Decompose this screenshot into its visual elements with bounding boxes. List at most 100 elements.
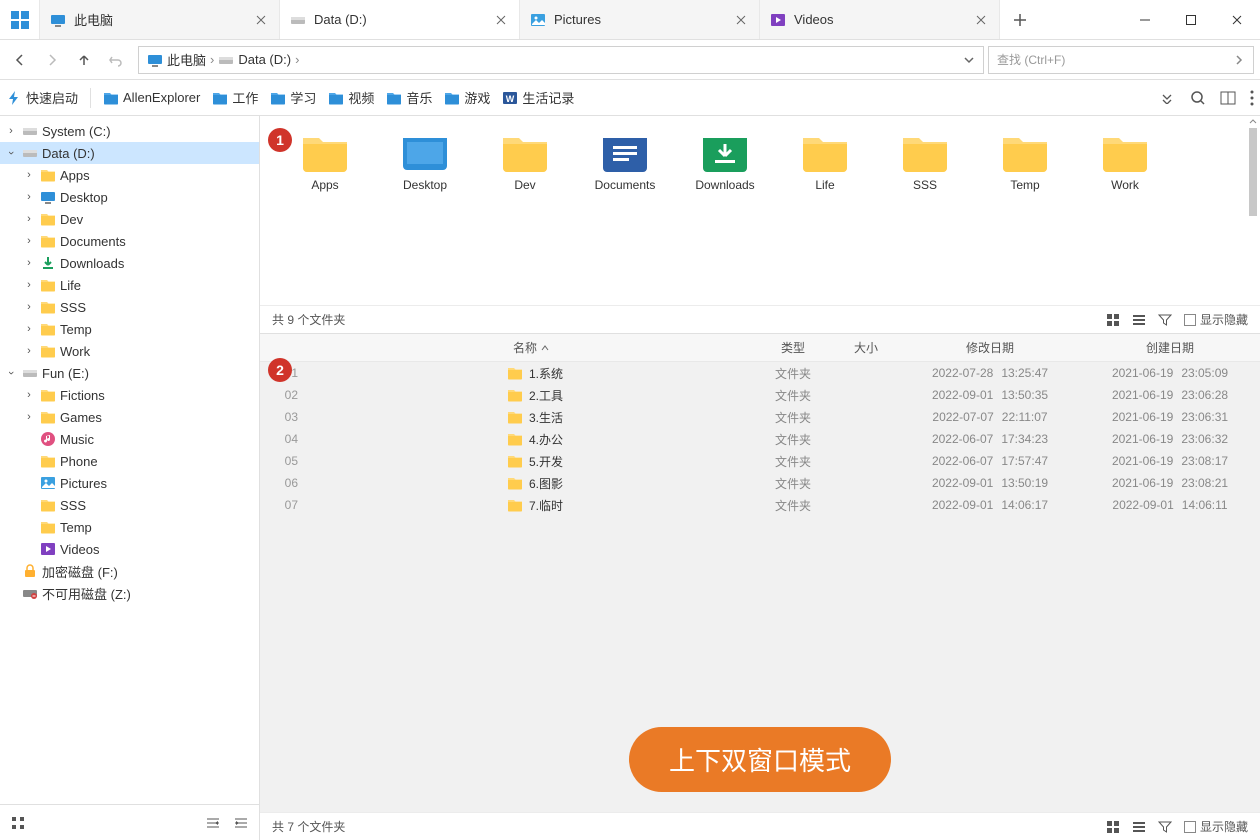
chevron-right-icon[interactable]: › xyxy=(22,345,36,357)
breadcrumb-segment[interactable]: Data (D:) xyxy=(218,52,291,68)
tree-item[interactable]: › SSS xyxy=(0,296,259,318)
breadcrumb-root[interactable]: 此电脑 xyxy=(147,50,206,69)
icon-grid[interactable]: Apps Desktop Dev Documents Downloads Lif… xyxy=(260,116,1260,305)
filter-icon[interactable] xyxy=(1158,820,1172,834)
bookmark-item[interactable]: 学习 xyxy=(270,88,316,107)
view-list-icon[interactable] xyxy=(1132,313,1146,327)
scrollbar-thumb[interactable] xyxy=(1249,128,1257,216)
tree-item[interactable]: › Downloads xyxy=(0,252,259,274)
tab-close-button[interactable] xyxy=(973,12,989,28)
app-logo[interactable] xyxy=(0,0,40,39)
list-row[interactable]: 07 7.临时 文件夹 2022-09-0114:06:17 2022-09-0… xyxy=(260,494,1260,516)
tree-item[interactable]: Pictures xyxy=(0,472,259,494)
tree-item[interactable]: › Fictions xyxy=(0,384,259,406)
scrollbar-vertical[interactable] xyxy=(1248,116,1258,305)
list-row[interactable]: 03 3.生活 文件夹 2022-07-0722:11:07 2021-06-1… xyxy=(260,406,1260,428)
bookmark-item[interactable]: 视频 xyxy=(328,88,374,107)
chevron-right-icon[interactable]: › xyxy=(22,213,36,225)
tree-item[interactable]: › Documents xyxy=(0,230,259,252)
chevron-right-icon[interactable]: › xyxy=(22,169,36,181)
col-header-name[interactable]: 名称 xyxy=(308,339,754,356)
tree-item[interactable]: › Desktop xyxy=(0,186,259,208)
tab-close-button[interactable] xyxy=(733,12,749,28)
bookmark-item[interactable]: AllenExplorer xyxy=(103,88,200,107)
expand-tree-button[interactable] xyxy=(233,816,249,830)
close-window-button[interactable] xyxy=(1214,0,1260,39)
chevron-down-icon[interactable]: › xyxy=(5,146,17,160)
bookmark-item[interactable]: 游戏 xyxy=(444,88,490,107)
tree-item[interactable]: Videos xyxy=(0,538,259,560)
folder-item[interactable]: Life xyxy=(790,132,860,192)
folder-item[interactable]: Temp xyxy=(990,132,1060,192)
tree-item-encdisk[interactable]: 加密磁盘 (F:) xyxy=(0,560,259,582)
folder-item[interactable]: Downloads xyxy=(690,132,760,192)
bookmark-item[interactable]: 音乐 xyxy=(386,88,432,107)
chevron-right-icon[interactable]: › xyxy=(22,323,36,335)
tree-item-baddisk[interactable]: 不可用磁盘 (Z:) xyxy=(0,582,259,604)
chevron-right-icon[interactable]: › xyxy=(22,301,36,313)
tree-item[interactable]: › Temp xyxy=(0,318,259,340)
undo-button[interactable] xyxy=(102,46,130,74)
address-bar[interactable]: 此电脑 › Data (D:) › xyxy=(138,46,984,74)
chevron-right-icon[interactable]: › xyxy=(22,411,36,423)
folder-item[interactable]: Apps xyxy=(290,132,360,192)
chevron-right-icon[interactable]: › xyxy=(22,257,36,269)
tree-item[interactable]: › Dev xyxy=(0,208,259,230)
tab-close-button[interactable] xyxy=(493,12,509,28)
list-row[interactable]: 05 5.开发 文件夹 2022-06-0717:57:47 2021-06-1… xyxy=(260,450,1260,472)
folder-item[interactable]: Documents xyxy=(590,132,660,192)
tree-item-datad[interactable]: › Data (D:) xyxy=(0,142,259,164)
tree-item[interactable]: › Life xyxy=(0,274,259,296)
list-row[interactable]: 01 1.系统 文件夹 2022-07-2813:25:47 2021-06-1… xyxy=(260,362,1260,384)
tab-3[interactable]: Videos xyxy=(760,0,1000,39)
tab-2[interactable]: Pictures xyxy=(520,0,760,39)
tree-item[interactable]: Phone xyxy=(0,450,259,472)
new-tab-button[interactable] xyxy=(1000,0,1040,39)
view-list-icon[interactable] xyxy=(1132,820,1146,834)
search-icon[interactable] xyxy=(1190,90,1206,106)
tree-item[interactable]: › Work xyxy=(0,340,259,362)
tree-item[interactable]: › Games xyxy=(0,406,259,428)
view-grid-icon[interactable] xyxy=(1106,313,1120,327)
chevron-right-icon[interactable]: › xyxy=(22,235,36,247)
quick-launch-button[interactable]: 快速启动 xyxy=(6,88,78,107)
up-button[interactable] xyxy=(70,46,98,74)
chevron-right-icon[interactable]: › xyxy=(22,191,36,203)
list-row[interactable]: 04 4.办公 文件夹 2022-06-0717:34:23 2021-06-1… xyxy=(260,428,1260,450)
panel-layout-button[interactable] xyxy=(1220,91,1236,105)
filter-icon[interactable] xyxy=(1158,313,1172,327)
tree-item[interactable]: › Apps xyxy=(0,164,259,186)
folder-item[interactable]: Desktop xyxy=(390,132,460,192)
more-menu-button[interactable] xyxy=(1250,90,1254,106)
bookmark-item[interactable]: 生活记录 xyxy=(502,88,574,107)
collapse-sidebar-button[interactable] xyxy=(205,816,221,830)
folder-item[interactable]: Work xyxy=(1090,132,1160,192)
chevron-right-icon[interactable]: › xyxy=(4,125,18,137)
chevron-right-icon[interactable]: › xyxy=(22,389,36,401)
minimize-button[interactable] xyxy=(1122,0,1168,39)
tab-1[interactable]: Data (D:) xyxy=(280,0,520,39)
tree-item[interactable]: SSS xyxy=(0,494,259,516)
bookmark-item[interactable]: 工作 xyxy=(212,88,258,107)
col-header-crt[interactable]: 创建日期 xyxy=(1080,339,1260,356)
tab-close-button[interactable] xyxy=(253,12,269,28)
tree-item-fune[interactable]: › Fun (E:) xyxy=(0,362,259,384)
col-header-mod[interactable]: 修改日期 xyxy=(900,339,1080,356)
settings-icon[interactable] xyxy=(10,815,26,831)
back-button[interactable] xyxy=(6,46,34,74)
chevron-right-icon[interactable]: › xyxy=(22,279,36,291)
chevron-down-icon[interactable]: › xyxy=(5,366,17,380)
col-header-type[interactable]: 类型 xyxy=(754,339,832,356)
list-row[interactable]: 06 6.图影 文件夹 2022-09-0113:50:19 2021-06-1… xyxy=(260,472,1260,494)
tree-item-systemc[interactable]: › System (C:) xyxy=(0,120,259,142)
list-row[interactable]: 02 2.工具 文件夹 2022-09-0113:50:35 2021-06-1… xyxy=(260,384,1260,406)
folder-item[interactable]: Dev xyxy=(490,132,560,192)
show-hidden-toggle[interactable]: 显示隐藏 xyxy=(1184,311,1248,328)
address-dropdown-button[interactable] xyxy=(963,54,975,66)
tab-0[interactable]: 此电脑 xyxy=(40,0,280,39)
view-grid-icon[interactable] xyxy=(1106,820,1120,834)
forward-button[interactable] xyxy=(38,46,66,74)
folder-item[interactable]: SSS xyxy=(890,132,960,192)
expand-bookmarks-button[interactable] xyxy=(1160,92,1176,104)
col-header-size[interactable]: 大小 xyxy=(832,339,900,356)
